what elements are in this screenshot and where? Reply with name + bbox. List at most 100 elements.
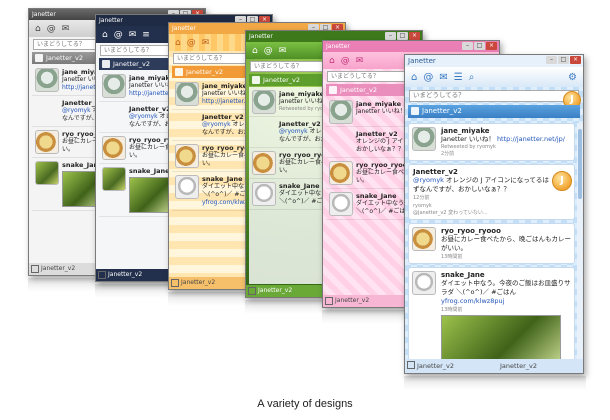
timeline-tab[interactable]: Janetter_v2 bbox=[408, 105, 580, 118]
avatar[interactable] bbox=[35, 161, 59, 185]
tweet[interactable]: snake_Jane ダイエット中なう。今夜のご飯はお皿盛りサラダ ＼(^o^)… bbox=[408, 267, 575, 359]
close-button[interactable]: × bbox=[486, 42, 497, 50]
tab-icon bbox=[329, 86, 337, 94]
window-title: Janetter bbox=[408, 57, 436, 65]
home-icon[interactable]: ⌂ bbox=[252, 46, 258, 56]
tweet-time: 2分前 bbox=[441, 151, 455, 157]
tweet-mention[interactable]: @ryomyk bbox=[129, 113, 158, 120]
mention-icon[interactable]: @ bbox=[341, 56, 350, 66]
status-bar: Janetter_v2 Janetter_v2 bbox=[405, 359, 583, 373]
window-title: Janetter bbox=[32, 11, 56, 18]
avatar[interactable] bbox=[252, 90, 276, 114]
avatar[interactable] bbox=[175, 144, 199, 168]
maximize-button[interactable]: □ bbox=[558, 56, 569, 64]
tweet-username[interactable]: ryo_ryoo_ryooo bbox=[441, 227, 571, 235]
tweet-text: Janetter いいね！ bbox=[441, 135, 495, 143]
tweet[interactable]: Janetter_v2 @ryomyk オレンジの J アイコンになってるはずな… bbox=[408, 164, 575, 220]
status-account: Janetter_v2 bbox=[258, 287, 293, 294]
status-account-right[interactable]: Janetter_v2 bbox=[500, 359, 537, 373]
avatar[interactable] bbox=[329, 100, 353, 124]
mention-icon[interactable]: @ bbox=[47, 24, 56, 34]
scrollbar-thumb[interactable] bbox=[578, 129, 582, 199]
gear-icon[interactable]: ⚙ bbox=[568, 72, 577, 83]
tweet-mention[interactable]: @ryomyk bbox=[413, 176, 444, 184]
tweet-username[interactable]: snake_Jane bbox=[441, 271, 571, 279]
avatar[interactable] bbox=[252, 182, 276, 206]
window-title: Janetter bbox=[172, 25, 196, 32]
avatar[interactable] bbox=[329, 192, 353, 216]
mention-icon[interactable]: @ bbox=[264, 46, 273, 56]
tweet-link[interactable]: yfrog.com/klwz8puj bbox=[441, 297, 571, 306]
minimize-button[interactable]: – bbox=[462, 42, 473, 50]
home-icon[interactable]: ⌂ bbox=[329, 56, 335, 66]
tab-icon bbox=[252, 76, 260, 84]
avatar[interactable] bbox=[329, 161, 353, 185]
status-account: Janetter_v2 bbox=[335, 297, 370, 304]
minimize-button[interactable]: – bbox=[546, 56, 557, 64]
mention-icon[interactable]: @ bbox=[423, 72, 433, 83]
tweet-username[interactable]: jane_miyake bbox=[441, 127, 571, 135]
home-icon[interactable]: ⌂ bbox=[411, 72, 417, 83]
mail-icon[interactable]: ✉ bbox=[129, 30, 137, 40]
home-icon[interactable]: ⌂ bbox=[35, 24, 41, 34]
mention-icon[interactable]: @ bbox=[187, 38, 196, 48]
timeline-scrollbar[interactable] bbox=[577, 123, 583, 359]
tweet-mention[interactable]: @ryomyk bbox=[202, 121, 231, 128]
avatar[interactable] bbox=[175, 175, 199, 199]
maximize-button[interactable]: □ bbox=[397, 32, 408, 40]
tab-label: Janetter_v2 bbox=[422, 107, 462, 115]
account-icon bbox=[325, 297, 333, 305]
home-icon[interactable]: ⌂ bbox=[175, 38, 181, 48]
avatar[interactable] bbox=[412, 271, 436, 295]
timeline[interactable]: jane_miyake Janetter いいね！ http://janette… bbox=[408, 123, 575, 359]
tweet[interactable]: jane_miyake Janetter いいね！ http://janette… bbox=[408, 123, 575, 161]
tab-icon bbox=[175, 68, 183, 76]
tweet-photo[interactable] bbox=[441, 315, 561, 359]
avatar[interactable] bbox=[175, 82, 199, 106]
mail-icon[interactable]: ✉ bbox=[439, 72, 447, 83]
tweet-time: 13時間前 bbox=[441, 307, 463, 313]
tweet-mention[interactable]: @ryomyk bbox=[279, 128, 308, 135]
avatar[interactable] bbox=[102, 167, 126, 191]
janetter-window-blue: Janetter – □ × ⌂ @ ✉ ☰ ⌕ ⚙ いまどうしてる？ J Jane… bbox=[404, 54, 584, 374]
tab-label: Janetter_v2 bbox=[113, 60, 151, 68]
status-account: Janetter_v2 bbox=[41, 265, 76, 272]
toolbar: ⌂ @ ✉ ☰ ⌕ ⚙ bbox=[405, 67, 583, 87]
mail-icon[interactable]: ✉ bbox=[62, 24, 70, 34]
avatar[interactable] bbox=[102, 136, 126, 160]
tweet-mention[interactable]: @ryomyk bbox=[62, 107, 91, 114]
list-icon[interactable]: ≡ bbox=[142, 30, 150, 40]
mention-icon[interactable]: @ bbox=[114, 30, 123, 40]
tweet[interactable]: ryo_ryoo_ryooo お昼にカレー食べたから、晩ごはんもカレーがいい。 … bbox=[408, 223, 575, 264]
minimize-button[interactable]: – bbox=[385, 32, 396, 40]
avatar[interactable] bbox=[35, 68, 59, 92]
tweet-username[interactable]: Janetter_v2 bbox=[413, 168, 550, 176]
tab-label: Janetter_v2 bbox=[46, 54, 84, 62]
avatar[interactable] bbox=[252, 151, 276, 175]
close-button[interactable]: × bbox=[409, 32, 420, 40]
account-icon bbox=[98, 271, 106, 279]
window-title: Janetter bbox=[249, 33, 273, 40]
account-icon bbox=[31, 265, 39, 273]
window-title: Janetter bbox=[326, 43, 350, 50]
search-icon[interactable]: ⌕ bbox=[469, 72, 475, 83]
status-input[interactable]: いまどうしてる？ bbox=[409, 90, 579, 102]
home-icon[interactable]: ⌂ bbox=[102, 30, 108, 40]
mail-icon[interactable]: ✉ bbox=[279, 46, 287, 56]
tab-label: Janetter_v2 bbox=[263, 76, 301, 84]
status-account-left[interactable]: Janetter_v2 bbox=[417, 362, 454, 370]
list-icon[interactable]: ☰ bbox=[454, 72, 463, 83]
tweet-time: 12分前 bbox=[413, 195, 430, 201]
mail-icon[interactable]: ✉ bbox=[202, 38, 210, 48]
avatar[interactable] bbox=[35, 130, 59, 154]
tweet-text: お昼にカレー食べたから、晩ごはんもカレーがいい。 bbox=[441, 235, 571, 252]
close-button[interactable]: × bbox=[570, 56, 581, 64]
maximize-button[interactable]: □ bbox=[474, 42, 485, 50]
avatar[interactable] bbox=[102, 74, 126, 98]
j-avatar-icon[interactable]: J bbox=[552, 171, 572, 191]
tweet-link[interactable]: http://janetter.net/jp/ bbox=[497, 135, 565, 143]
avatar[interactable] bbox=[412, 127, 436, 151]
caption: A variety of designs bbox=[257, 398, 353, 410]
avatar[interactable] bbox=[412, 227, 436, 251]
mail-icon[interactable]: ✉ bbox=[356, 56, 364, 66]
